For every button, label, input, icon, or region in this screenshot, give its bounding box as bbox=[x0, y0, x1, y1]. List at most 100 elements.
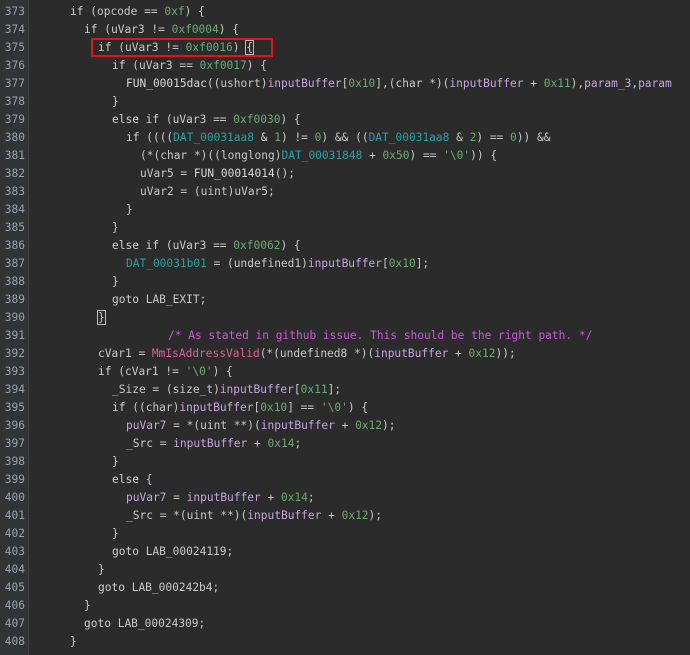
code-text: } bbox=[126, 201, 133, 219]
decompiler-code-view[interactable]: 373 if (opcode == 0xf) {374 if (uVar3 != 0… bbox=[0, 0, 690, 655]
code-line[interactable]: 395 if ((char)inputBuffer[0x10] == '\0') … bbox=[0, 399, 690, 417]
code-line[interactable]: 406} bbox=[0, 597, 690, 615]
token-op: ( bbox=[83, 5, 97, 18]
token-op: + bbox=[334, 419, 356, 432]
token-label: LAB_00024309 bbox=[117, 617, 199, 630]
token-op: ; bbox=[212, 581, 220, 594]
token-op: = ( bbox=[173, 185, 201, 198]
token-type: longlong bbox=[220, 149, 275, 162]
code-line[interactable]: 376 if (uVar3 == 0xf0017) { bbox=[0, 57, 690, 75]
code-line[interactable]: 402} bbox=[0, 525, 690, 543]
code-line[interactable]: 383 uVar2 = (uint)uVar5; bbox=[0, 183, 690, 201]
code-line[interactable]: 385} bbox=[0, 219, 690, 237]
code-line[interactable]: 403 goto LAB_00024119; bbox=[0, 543, 690, 561]
token-op: *)( bbox=[422, 77, 450, 90]
token-op: ) { bbox=[212, 365, 233, 378]
code-line[interactable]: 384} bbox=[0, 201, 690, 219]
token-fn: FUN_00015dac bbox=[126, 77, 207, 90]
code-text: } bbox=[112, 453, 119, 471]
line-number: 379 bbox=[4, 113, 25, 126]
code-line[interactable]: 393 if (cVar1 != '\0') { bbox=[0, 363, 690, 381]
code-line[interactable]: 408} bbox=[0, 633, 690, 651]
token-op: ) bbox=[301, 257, 308, 270]
token-op: ( bbox=[159, 113, 173, 126]
code-line[interactable]: 392 cVar1 = MmIsAddressValid(*(undefined8… bbox=[0, 345, 690, 363]
token-op: (( bbox=[206, 77, 221, 90]
code-line[interactable]: 394 _Size = (size_t)inputBuffer[0x11]; bbox=[0, 381, 690, 399]
code-line[interactable]: 373 if (opcode == 0xf) { bbox=[0, 3, 690, 21]
code-line[interactable]: 390} bbox=[0, 309, 690, 327]
token-op: } bbox=[112, 275, 119, 288]
code-line[interactable]: 387 DAT_00031b01 = (undefined1)inputBuffe… bbox=[0, 255, 690, 273]
token-op: (*( bbox=[140, 149, 161, 162]
token-op: ( bbox=[97, 23, 111, 36]
token-op: [ bbox=[381, 257, 389, 270]
code-line[interactable]: 407 goto LAB_00024309; bbox=[0, 615, 690, 633]
code-line[interactable]: 401 _Src = *(uint **)(inputBuffer + 0x12)… bbox=[0, 507, 690, 525]
token-type: char bbox=[145, 401, 173, 414]
token-type: char bbox=[160, 149, 188, 162]
token-type: char bbox=[395, 77, 423, 90]
line-number: 403 bbox=[4, 545, 25, 558]
token-var: uVar3 bbox=[138, 59, 173, 72]
token-var: uVar5 bbox=[234, 185, 269, 198]
token-num: 0x12 bbox=[468, 347, 496, 360]
code-line[interactable]: 378} bbox=[0, 93, 690, 111]
code-line[interactable]: 397 _Src = inputBuffer + 0x14; bbox=[0, 435, 690, 453]
token-type: undefined8 bbox=[279, 347, 348, 360]
token-op: } bbox=[98, 563, 105, 576]
code-line[interactable]: 375 if (uVar3 != 0xf0016) { bbox=[0, 39, 690, 57]
code-line[interactable]: 377 FUN_00015dac((ushort)inputBuffer[0x10… bbox=[0, 75, 690, 93]
token-num: 0x12 bbox=[355, 419, 383, 432]
token-op: ); bbox=[382, 419, 396, 432]
token-op: ; bbox=[268, 185, 275, 198]
code-text: } bbox=[112, 93, 119, 111]
line-number: 399 bbox=[4, 473, 25, 486]
code-line[interactable]: 391 /* As stated in github issue. This sh… bbox=[0, 327, 690, 345]
token-brace: { bbox=[245, 40, 254, 55]
token-op: ) bbox=[213, 383, 220, 396]
line-number: 388 bbox=[4, 275, 25, 288]
code-line[interactable]: 399 else { bbox=[0, 471, 690, 489]
token-buf: inputBuffer bbox=[374, 347, 449, 360]
code-line[interactable]: 398} bbox=[0, 453, 690, 471]
code-line[interactable]: 386 else if (uVar3 == 0xf0062) { bbox=[0, 237, 690, 255]
line-number: 374 bbox=[4, 23, 25, 36]
code-line[interactable]: 381 (*(char *)((longlong)DAT_00031848 + 0… bbox=[0, 147, 690, 165]
code-line[interactable]: 380 if ((((DAT_00031aa8 & 1) != 0) && ((D… bbox=[0, 129, 690, 147]
token-label: LAB_EXIT bbox=[145, 293, 200, 306]
code-line[interactable]: 382 uVar5 = FUN_00014014(); bbox=[0, 165, 690, 183]
code-line[interactable]: 396 puVar7 = *(uint **)(inputBuffer + 0x1… bbox=[0, 417, 690, 435]
token-op: } bbox=[70, 635, 77, 648]
token-kw: goto bbox=[112, 545, 139, 558]
line-number: 401 bbox=[4, 509, 25, 522]
code-line[interactable]: 400 puVar7 = inputBuffer + 0x14; bbox=[0, 489, 690, 507]
code-text: _Src = inputBuffer + 0x14; bbox=[126, 435, 301, 453]
token-op: + bbox=[362, 149, 383, 162]
code-line[interactable]: 379 else if (uVar3 == 0xf0030) { bbox=[0, 111, 690, 129]
line-number: 396 bbox=[4, 419, 25, 432]
code-line[interactable]: 374 if (uVar3 != 0xf0004) { bbox=[0, 21, 690, 39]
code-line[interactable]: 404} bbox=[0, 561, 690, 579]
token-api: MmIsAddressValid bbox=[151, 347, 260, 360]
token-num: 0xf0030 bbox=[233, 113, 281, 126]
token-num: 1 bbox=[274, 131, 281, 144]
code-text: if (opcode == 0xf) { bbox=[70, 3, 205, 21]
line-number: 400 bbox=[4, 491, 25, 504]
token-num: 0x50 bbox=[382, 149, 410, 162]
code-line[interactable]: 388} bbox=[0, 273, 690, 291]
token-type: undefined1 bbox=[233, 257, 302, 270]
code-text: if (uVar3 == 0xf0017) { bbox=[112, 57, 267, 75]
token-kw: else if bbox=[112, 239, 160, 252]
code-line[interactable]: 405 goto LAB_000242b4; bbox=[0, 579, 690, 597]
token-op: == bbox=[137, 5, 165, 18]
token-op: + bbox=[247, 437, 268, 450]
token-num: 0xf bbox=[164, 5, 185, 18]
token-num: 0xf0004 bbox=[171, 23, 219, 36]
token-op: } bbox=[84, 599, 91, 612]
token-op: } bbox=[112, 221, 119, 234]
token-num: 0x10 bbox=[260, 401, 288, 414]
code-line[interactable]: 389 goto LAB_EXIT; bbox=[0, 291, 690, 309]
code-text: uVar2 = (uint)uVar5; bbox=[140, 183, 275, 201]
token-buf: param_3 bbox=[584, 77, 632, 90]
